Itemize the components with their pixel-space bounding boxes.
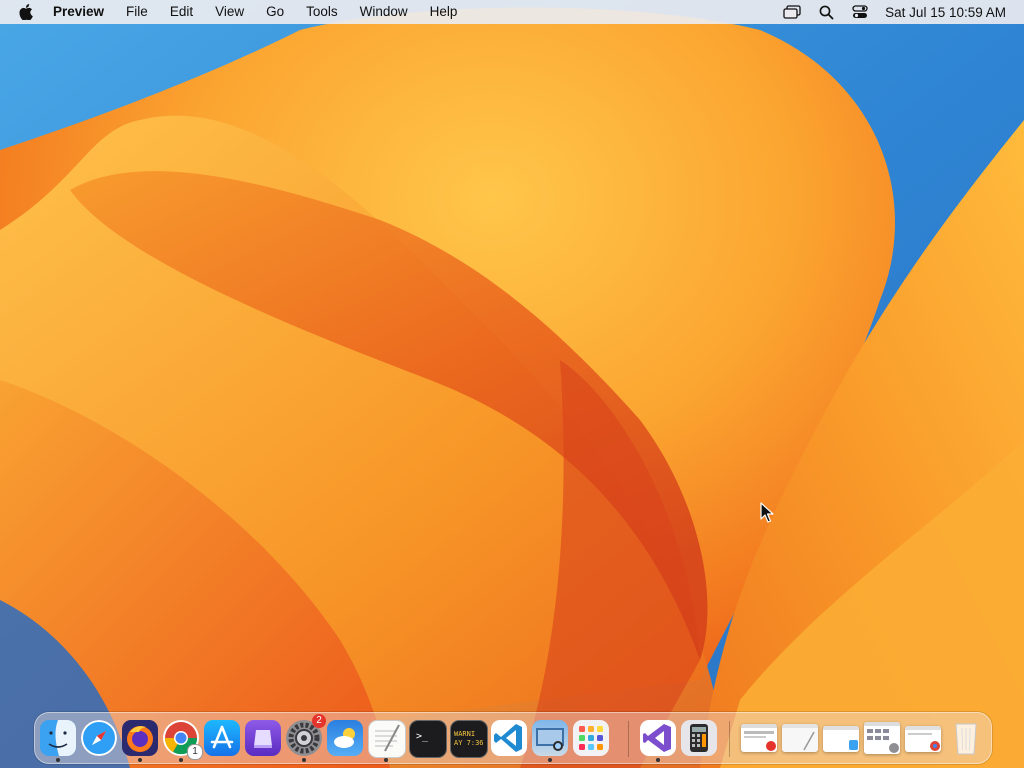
dock-separator: [628, 721, 629, 757]
dock-minimized-window[interactable]: [862, 718, 902, 758]
menu-window[interactable]: Window: [349, 0, 419, 24]
minimized-window-1: [741, 724, 777, 752]
vscode-icon: [491, 720, 527, 756]
menu-edit[interactable]: Edit: [159, 0, 204, 24]
dock-configurator[interactable]: [243, 718, 283, 758]
dock-textedit[interactable]: [366, 718, 406, 758]
dock-app-store[interactable]: [202, 718, 242, 758]
menu-file[interactable]: File: [115, 0, 159, 24]
running-indicator: [656, 758, 660, 762]
dock-calculator[interactable]: [679, 718, 719, 758]
dock-vscode[interactable]: [489, 718, 529, 758]
minimized-window-4: [864, 722, 900, 754]
dock-weather[interactable]: [325, 718, 365, 758]
dock-minimized-window[interactable]: [780, 718, 820, 758]
terminal-icon: >_: [409, 720, 447, 758]
desktop-wallpaper: [0, 0, 1024, 768]
dock-trash[interactable]: [946, 718, 986, 758]
dock-system-settings[interactable]: 2: [284, 714, 326, 758]
running-indicator: [302, 758, 306, 762]
screen-mirroring-icon[interactable]: [775, 0, 809, 24]
console-icon-text: WARNI AY 7:36: [454, 730, 484, 747]
spotlight-search-icon[interactable]: [809, 0, 843, 24]
chrome-badge: 1: [187, 744, 203, 760]
textedit-icon: [368, 720, 406, 758]
visual-studio-icon: [640, 720, 676, 756]
dock-launchpad[interactable]: [571, 718, 611, 758]
mouse-pointer-icon: [760, 502, 774, 523]
launchpad-icon: [573, 720, 609, 756]
dock-chrome[interactable]: 1: [161, 718, 203, 760]
dock-terminal[interactable]: >_: [407, 718, 447, 758]
minimized-window-2: [782, 724, 818, 752]
weather-icon: [327, 720, 363, 756]
app-store-icon: [204, 720, 240, 756]
menu-tools[interactable]: Tools: [295, 0, 349, 24]
dock-minimized-window[interactable]: [821, 718, 861, 758]
dock-minimized-window[interactable]: [739, 718, 779, 758]
dock-firefox[interactable]: [120, 718, 160, 758]
menu-bar: Preview File Edit View Go Tools Window H…: [0, 0, 1024, 24]
dock-console[interactable]: WARNI AY 7:36: [448, 718, 488, 758]
menu-help[interactable]: Help: [419, 0, 469, 24]
configurator-icon: [245, 720, 281, 756]
firefox-icon: [122, 720, 158, 756]
dock-preview[interactable]: [530, 718, 570, 758]
calculator-icon: [681, 720, 717, 756]
menu-bar-clock[interactable]: Sat Jul 15 10:59 AM: [877, 5, 1024, 20]
running-indicator: [179, 758, 183, 762]
running-indicator: [138, 758, 142, 762]
running-indicator: [384, 758, 388, 762]
minimized-window-3: [823, 726, 859, 752]
menu-view[interactable]: View: [204, 0, 255, 24]
dock: 1 2 >_ WARNI AY 7:36: [34, 712, 992, 764]
menu-go[interactable]: Go: [255, 0, 295, 24]
running-indicator: [548, 758, 552, 762]
console-icon: WARNI AY 7:36: [450, 720, 488, 758]
dock-visual-studio[interactable]: [638, 718, 678, 758]
dock-minimized-window[interactable]: [903, 718, 943, 758]
minimized-window-5: [905, 726, 941, 752]
safari-icon: [81, 720, 117, 756]
preview-icon: [532, 720, 568, 756]
dock-safari[interactable]: [79, 718, 119, 758]
finder-icon: [40, 720, 76, 756]
dock-separator: [729, 721, 730, 757]
trash-icon: [948, 720, 984, 756]
dock-finder[interactable]: [38, 718, 78, 758]
control-center-icon[interactable]: [843, 0, 877, 24]
app-menu[interactable]: Preview: [52, 0, 115, 24]
apple-menu-icon[interactable]: [0, 0, 52, 24]
running-indicator: [56, 758, 60, 762]
system-settings-badge: 2: [312, 714, 326, 728]
